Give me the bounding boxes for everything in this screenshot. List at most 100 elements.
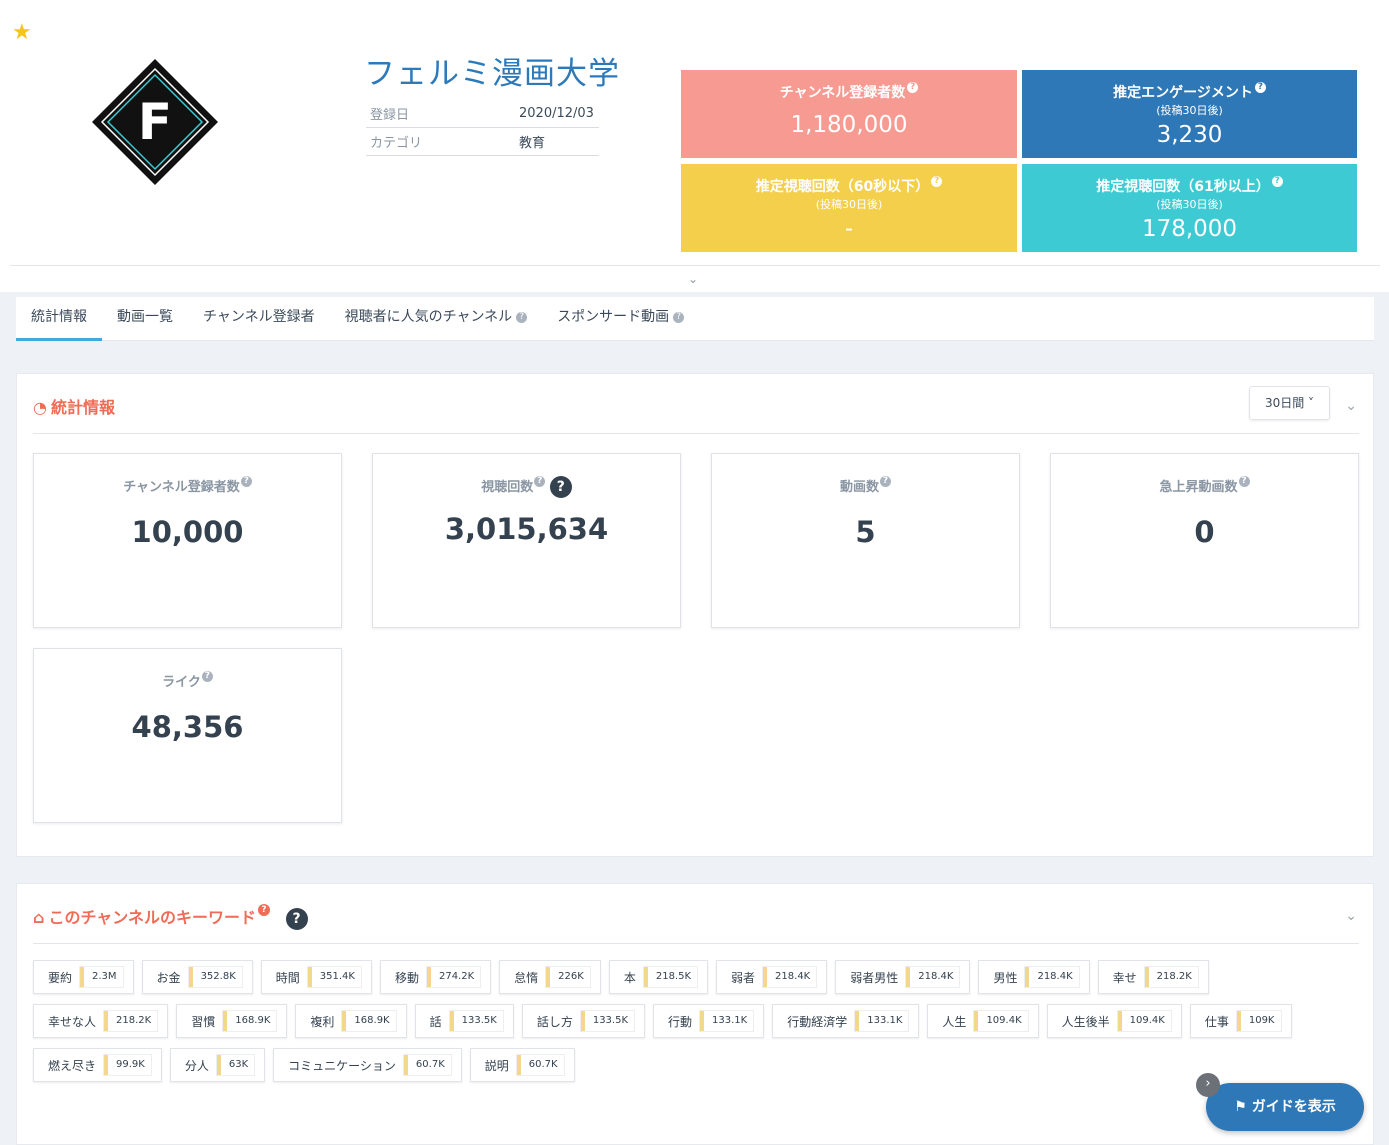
stat-label: ライク (162, 675, 201, 690)
keyword-chip[interactable]: 習慣 168.9K (176, 1004, 288, 1038)
favorite-star-icon[interactable]: ★ (12, 20, 32, 45)
keyword-count: 226K (546, 967, 590, 987)
kpi-title: 推定エンゲージメント (1113, 85, 1253, 101)
keyword-chip[interactable]: 移動 274.2K (379, 960, 492, 994)
keyword-chip[interactable]: コミュニケーション 60.7K (273, 1048, 462, 1082)
divider (33, 943, 1359, 944)
keyword-chip[interactable]: 話 133.5K (414, 1004, 514, 1038)
keyword-chip[interactable]: 仕事 109K (1189, 1004, 1292, 1038)
tab-statistics[interactable]: 統計情報 (16, 297, 102, 341)
keyword-count: 133.5K (449, 1011, 503, 1031)
tab-sponsored[interactable]: スポンサード動画? (542, 297, 699, 341)
kpi-title: 推定視聴回数（61秒以上） (1096, 179, 1270, 195)
stat-value: 3,015,634 (444, 512, 609, 546)
keyword-chip[interactable]: お金 352.8K (141, 960, 253, 994)
keyword-chip[interactable]: 行動 133.1K (653, 1004, 765, 1038)
keyword-chip[interactable]: 人生後半 109.4K (1046, 1004, 1182, 1038)
keyword-chip[interactable]: 男性 218.4K (978, 960, 1090, 994)
keyword-word: 説明 (484, 1058, 509, 1073)
keyword-chip[interactable]: 複利 168.9K (295, 1004, 407, 1038)
keyword-chip[interactable]: 人生 109.4K (927, 1004, 1039, 1038)
period-select[interactable]: 30日間 ˅ (1249, 386, 1330, 420)
keyword-word: 要約 (48, 970, 73, 985)
help-icon[interactable]: ? (907, 82, 919, 93)
stat-label: 急上昇動画数 (1159, 480, 1238, 495)
help-icon[interactable]: ? (880, 476, 891, 487)
keyword-chip[interactable]: 話し方 133.5K (521, 1004, 646, 1038)
keyword-chip[interactable]: 要約 2.3M (33, 960, 134, 994)
keyword-count: 168.9K (223, 1011, 277, 1031)
help-icon[interactable]: ? (257, 904, 270, 916)
tab-videos[interactable]: 動画一覧 (102, 297, 188, 341)
collapse-chevron-icon[interactable]: ⌄ (1345, 908, 1357, 924)
divider (10, 265, 1380, 266)
kpi-subscribers: チャンネル登録者数? 1,180,000 (681, 70, 1017, 158)
kpi-subtitle: (投稿30日後) (1156, 198, 1223, 211)
keyword-word: 人生 (942, 1014, 967, 1029)
tab-subscribers[interactable]: チャンネル登録者 (188, 297, 330, 341)
keyword-chip[interactable]: 幸せ 218.2K (1097, 960, 1209, 994)
help-icon[interactable]: ? (201, 671, 213, 682)
keyword-word: 男性 (993, 970, 1018, 985)
keyword-word: 幸せ (1112, 970, 1137, 985)
help-icon[interactable]: ? (1238, 476, 1250, 487)
tab-label: 視聴者に人気のチャンネル (344, 309, 513, 325)
show-guide-button[interactable]: ⚑ ガイドを表示 (1206, 1083, 1364, 1131)
kpi-value: 3,230 (1156, 122, 1223, 148)
keyword-word: 時間 (275, 970, 300, 985)
kpi-title: 推定視聴回数（60秒以下） (755, 179, 930, 195)
keyword-chip[interactable]: 行動経済学 133.1K (772, 1004, 920, 1038)
help-icon[interactable]: ? (1254, 82, 1266, 93)
keyword-chip[interactable]: 弱者 218.4K (716, 960, 828, 994)
keyword-row: 要約 2.3M お金 352.8K 時間 351.4K 移動 274.2K 怠惰 226K… (33, 960, 1363, 1004)
keyword-word: 幸せな人 (48, 1014, 97, 1029)
meta-key: 登録日 (370, 108, 410, 123)
kpi-value: 1,180,000 (790, 112, 908, 138)
keyword-count: 60.7K (403, 1055, 451, 1075)
help-icon[interactable]: ? (1271, 176, 1283, 187)
keyword-count: 218.2K (1144, 967, 1198, 987)
keywords-panel: ⌂ このチャンネルのキーワード? ? ⌄ 要約 2.3M お金 352.8K 時間 35… (16, 883, 1374, 1145)
keyword-chip[interactable]: 怠惰 226K (499, 960, 601, 994)
kpi-value: 178,000 (1141, 216, 1238, 242)
stat-label: 動画数 (839, 480, 879, 495)
keyword-count: 218.4K (906, 967, 960, 987)
kpi-subtitle: (投稿30日後) (1156, 104, 1223, 117)
kpi-views-short: 推定視聴回数（60秒以下）? (投稿30日後) - (681, 164, 1017, 252)
chevron-right-icon[interactable]: › (1196, 1073, 1220, 1097)
keyword-word: 話 (429, 1014, 442, 1029)
channel-logo: F (90, 57, 220, 187)
help-icon[interactable]: ? (534, 476, 546, 487)
period-value: 30日間 (1264, 396, 1305, 410)
tag-icon: ⌂ (33, 908, 45, 927)
keyword-chip[interactable]: 本 218.5K (608, 960, 709, 994)
chevron-down-icon[interactable]: ⌄ (688, 272, 698, 286)
stat-card-videos: 動画数? 5 (711, 453, 1020, 628)
tab-popular-channels[interactable]: 視聴者に人気のチャンネル? (330, 297, 543, 341)
help-icon[interactable]: ? (673, 311, 685, 323)
meta-value: 教育 (519, 136, 546, 151)
help-icon[interactable]: ? (240, 476, 252, 487)
keyword-chip[interactable]: 時間 351.4K (260, 960, 372, 994)
keyword-chip[interactable]: 幸せな人 218.2K (33, 1004, 169, 1038)
kpi-views-long: 推定視聴回数（61秒以上）? (投稿30日後) 178,000 (1022, 164, 1357, 252)
stat-card-views: 視聴回数? ? 3,015,634 (372, 453, 681, 628)
tab-label: スポンサード動画 (557, 309, 670, 325)
keyword-chip[interactable]: 弱者男性 218.4K (835, 960, 971, 994)
help-dark-icon[interactable]: ? (285, 908, 308, 930)
keyword-row: 燃え尽き 99.9K 分人 63K コミュニケーション 60.7K 説明 60.7K (33, 1048, 1363, 1092)
keyword-chip[interactable]: 分人 63K (169, 1048, 266, 1082)
keyword-chip[interactable]: 説明 60.7K (469, 1048, 575, 1082)
help-dark-icon[interactable]: ? (549, 476, 572, 498)
help-icon[interactable]: ? (516, 311, 528, 323)
stat-label: チャンネル登録者数 (123, 480, 240, 495)
keyword-chip[interactable]: 燃え尽き 99.9K (33, 1048, 162, 1082)
kpi-subtitle: (投稿30日後) (815, 198, 883, 211)
keyword-count: 133.5K (580, 1011, 635, 1031)
keyword-word: 怠惰 (514, 970, 539, 985)
stat-value: 0 (1194, 515, 1215, 549)
keyword-word: 習慣 (191, 1014, 216, 1029)
keyword-word: 仕事 (1204, 1014, 1229, 1029)
help-icon[interactable]: ? (931, 176, 943, 187)
collapse-chevron-icon[interactable]: ⌄ (1345, 398, 1357, 414)
